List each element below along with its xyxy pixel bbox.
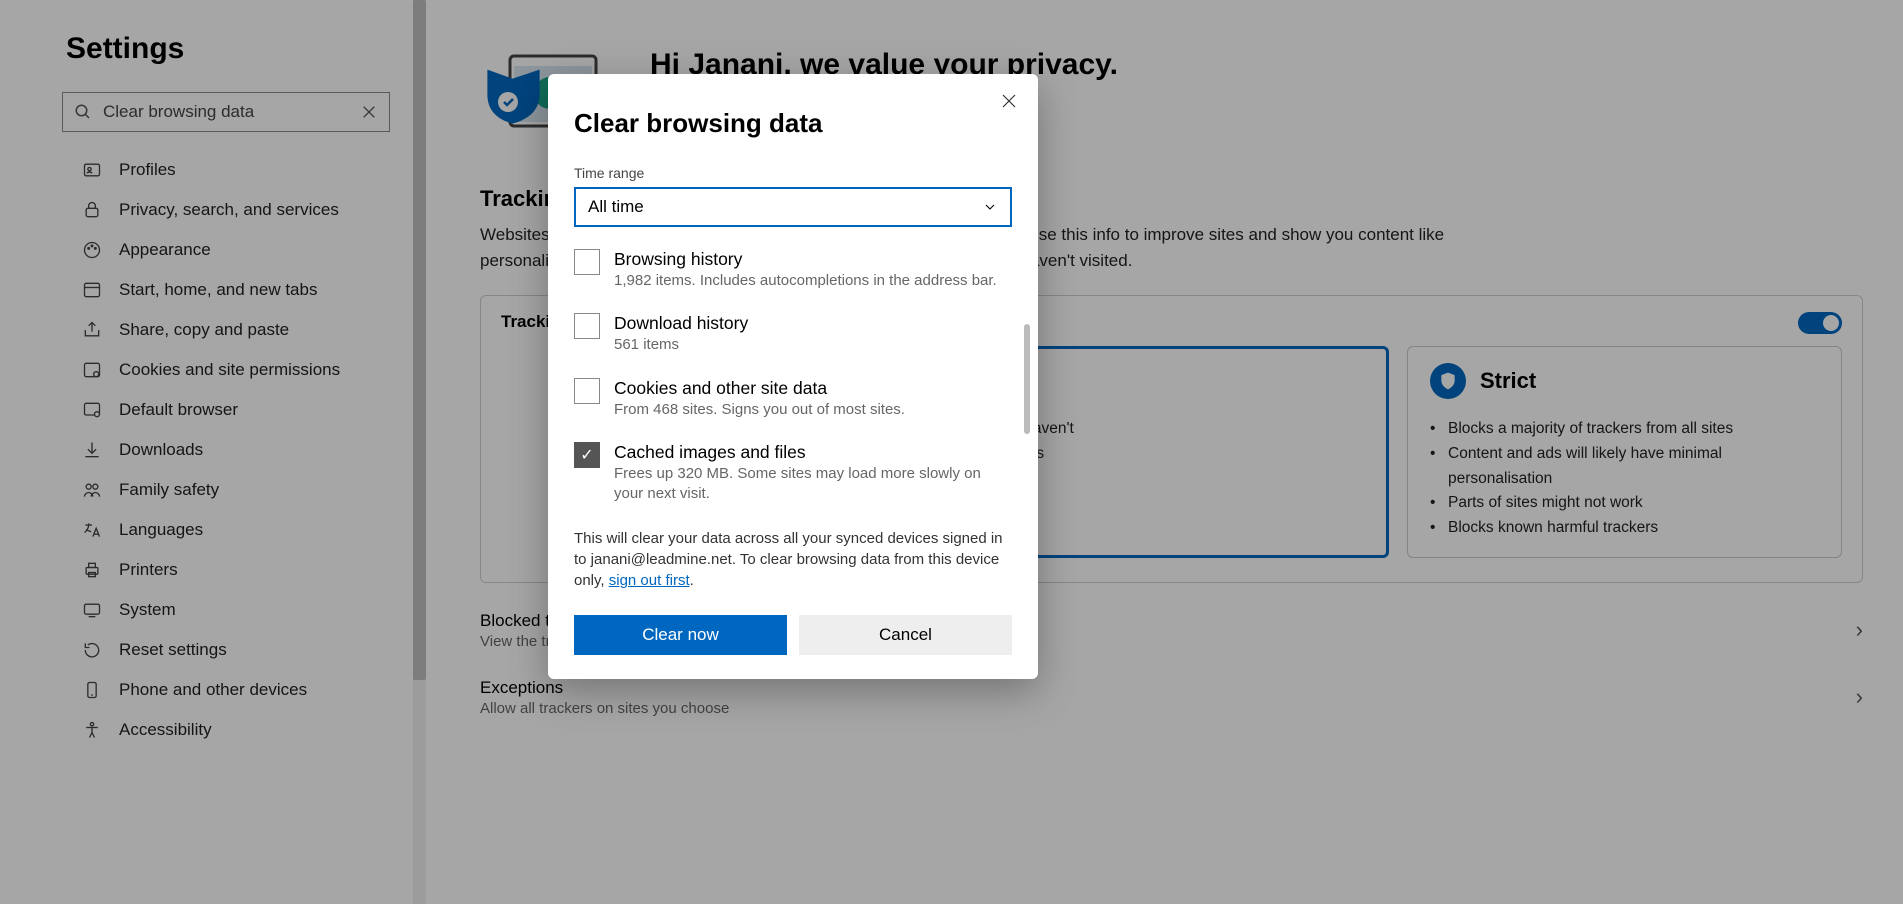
language-icon — [81, 520, 103, 540]
checkbox[interactable] — [574, 378, 600, 404]
family-icon — [81, 480, 103, 500]
clear-browsing-data-dialog: Clear browsing data Time range All time … — [548, 74, 1038, 679]
sidebar-item-cookies[interactable]: Cookies and site permissions — [0, 350, 426, 390]
sidebar-item-downloads[interactable]: Downloads — [0, 430, 426, 470]
sidebar-item-default-browser[interactable]: Default browser — [0, 390, 426, 430]
check-cookies[interactable]: Cookies and other site data From 468 sit… — [574, 378, 1012, 420]
share-icon — [81, 320, 103, 340]
sidebar-item-appearance[interactable]: Appearance — [0, 230, 426, 270]
time-range-label: Time range — [574, 165, 1012, 181]
settings-sidebar: Settings Profiles Privacy, search, and s… — [0, 0, 426, 904]
check-sub: 1,982 items. Includes autocompletions in… — [614, 271, 997, 291]
level-bullet: Content and ads will likely have minimal… — [1430, 442, 1819, 492]
window-icon — [81, 280, 103, 300]
level-bullet: Parts of sites might not work — [1430, 491, 1819, 516]
cancel-button[interactable]: Cancel — [799, 615, 1012, 655]
checkbox[interactable] — [574, 313, 600, 339]
settings-title: Settings — [0, 32, 426, 66]
reset-icon — [81, 640, 103, 660]
exceptions-row[interactable]: Exceptions Allow all trackers on sites y… — [480, 678, 1863, 717]
search-icon — [63, 103, 103, 121]
sidebar-item-label: Downloads — [119, 440, 203, 460]
settings-search-input[interactable] — [103, 102, 349, 122]
sidebar-item-label: Default browser — [119, 400, 238, 420]
sidebar-item-label: Privacy, search, and services — [119, 200, 339, 220]
sign-out-link[interactable]: sign out first — [609, 572, 690, 589]
sidebar-item-devices[interactable]: Phone and other devices — [0, 670, 426, 710]
sidebar-item-label: Share, copy and paste — [119, 320, 289, 340]
sidebar-item-label: Phone and other devices — [119, 680, 307, 700]
sidebar-item-label: Languages — [119, 520, 203, 540]
dialog-note: This will clear your data across all you… — [574, 528, 1012, 591]
sidebar-item-reset[interactable]: Reset settings — [0, 630, 426, 670]
check-browsing-history[interactable]: Browsing history 1,982 items. Includes a… — [574, 249, 1012, 291]
system-icon — [81, 600, 103, 620]
accessibility-icon — [81, 720, 103, 740]
sidebar-item-label: Reset settings — [119, 640, 227, 660]
check-cache[interactable]: ✓ Cached images and files Frees up 320 M… — [574, 442, 1012, 505]
clear-now-button[interactable]: Clear now — [574, 615, 787, 655]
sidebar-item-family[interactable]: Family safety — [0, 470, 426, 510]
checkbox[interactable]: ✓ — [574, 442, 600, 468]
sidebar-item-printers[interactable]: Printers — [0, 550, 426, 590]
sidebar-item-languages[interactable]: Languages — [0, 510, 426, 550]
check-title: Cached images and files — [614, 442, 1012, 463]
sidebar-item-label: Accessibility — [119, 720, 212, 740]
level-bullet: Blocks known harmful trackers — [1430, 516, 1819, 541]
sidebar-item-label: Family safety — [119, 480, 219, 500]
cookie-icon — [81, 360, 103, 380]
palette-icon — [81, 240, 103, 260]
sidebar-item-start[interactable]: Start, home, and new tabs — [0, 270, 426, 310]
check-download-history[interactable]: Download history 561 items — [574, 313, 1012, 355]
sidebar-item-share[interactable]: Share, copy and paste — [0, 310, 426, 350]
sidebar-item-label: Profiles — [119, 160, 176, 180]
check-sub: From 468 sites. Signs you out of most si… — [614, 400, 905, 420]
sidebar-scrollbar[interactable] — [413, 0, 426, 904]
row-sub: Allow all trackers on sites you choose — [480, 700, 729, 717]
check-title: Download history — [614, 313, 748, 334]
check-title: Browsing history — [614, 249, 997, 270]
sidebar-item-profiles[interactable]: Profiles — [0, 150, 426, 190]
settings-search[interactable] — [62, 92, 390, 132]
check-title: Cookies and other site data — [614, 378, 905, 399]
level-strict[interactable]: Strict Blocks a majority of trackers fro… — [1407, 346, 1842, 558]
profile-icon — [81, 160, 103, 180]
sidebar-item-accessibility[interactable]: Accessibility — [0, 710, 426, 750]
chevron-right-icon: › — [1856, 684, 1863, 710]
sidebar-item-label: Appearance — [119, 240, 211, 260]
sidebar-item-privacy[interactable]: Privacy, search, and services — [0, 190, 426, 230]
dialog-title: Clear browsing data — [574, 108, 1012, 139]
level-bullet: Blocks a majority of trackers from all s… — [1430, 417, 1819, 442]
chevron-down-icon — [982, 199, 998, 215]
chevron-right-icon: › — [1856, 617, 1863, 643]
clear-search-icon[interactable] — [349, 104, 389, 120]
download-icon — [81, 440, 103, 460]
row-title: Exceptions — [480, 678, 729, 698]
check-sub: 561 items — [614, 335, 748, 355]
level-title: Strict — [1480, 368, 1536, 394]
checkbox[interactable] — [574, 249, 600, 275]
dialog-scrollbar[interactable] — [1024, 324, 1030, 434]
printer-icon — [81, 560, 103, 580]
shield-icon — [1430, 363, 1466, 399]
phone-icon — [81, 680, 103, 700]
tracking-toggle[interactable] — [1798, 312, 1842, 334]
sidebar-item-label: System — [119, 600, 176, 620]
browser-icon — [81, 400, 103, 420]
time-range-select[interactable]: All time — [574, 187, 1012, 227]
sidebar-item-system[interactable]: System — [0, 590, 426, 630]
check-sub: Frees up 320 MB. Some sites may load mor… — [614, 464, 1012, 505]
lock-icon — [81, 200, 103, 220]
sidebar-item-label: Printers — [119, 560, 178, 580]
time-range-value: All time — [588, 197, 644, 217]
close-icon[interactable] — [1000, 92, 1018, 110]
sidebar-item-label: Cookies and site permissions — [119, 360, 340, 380]
sidebar-item-label: Start, home, and new tabs — [119, 280, 317, 300]
